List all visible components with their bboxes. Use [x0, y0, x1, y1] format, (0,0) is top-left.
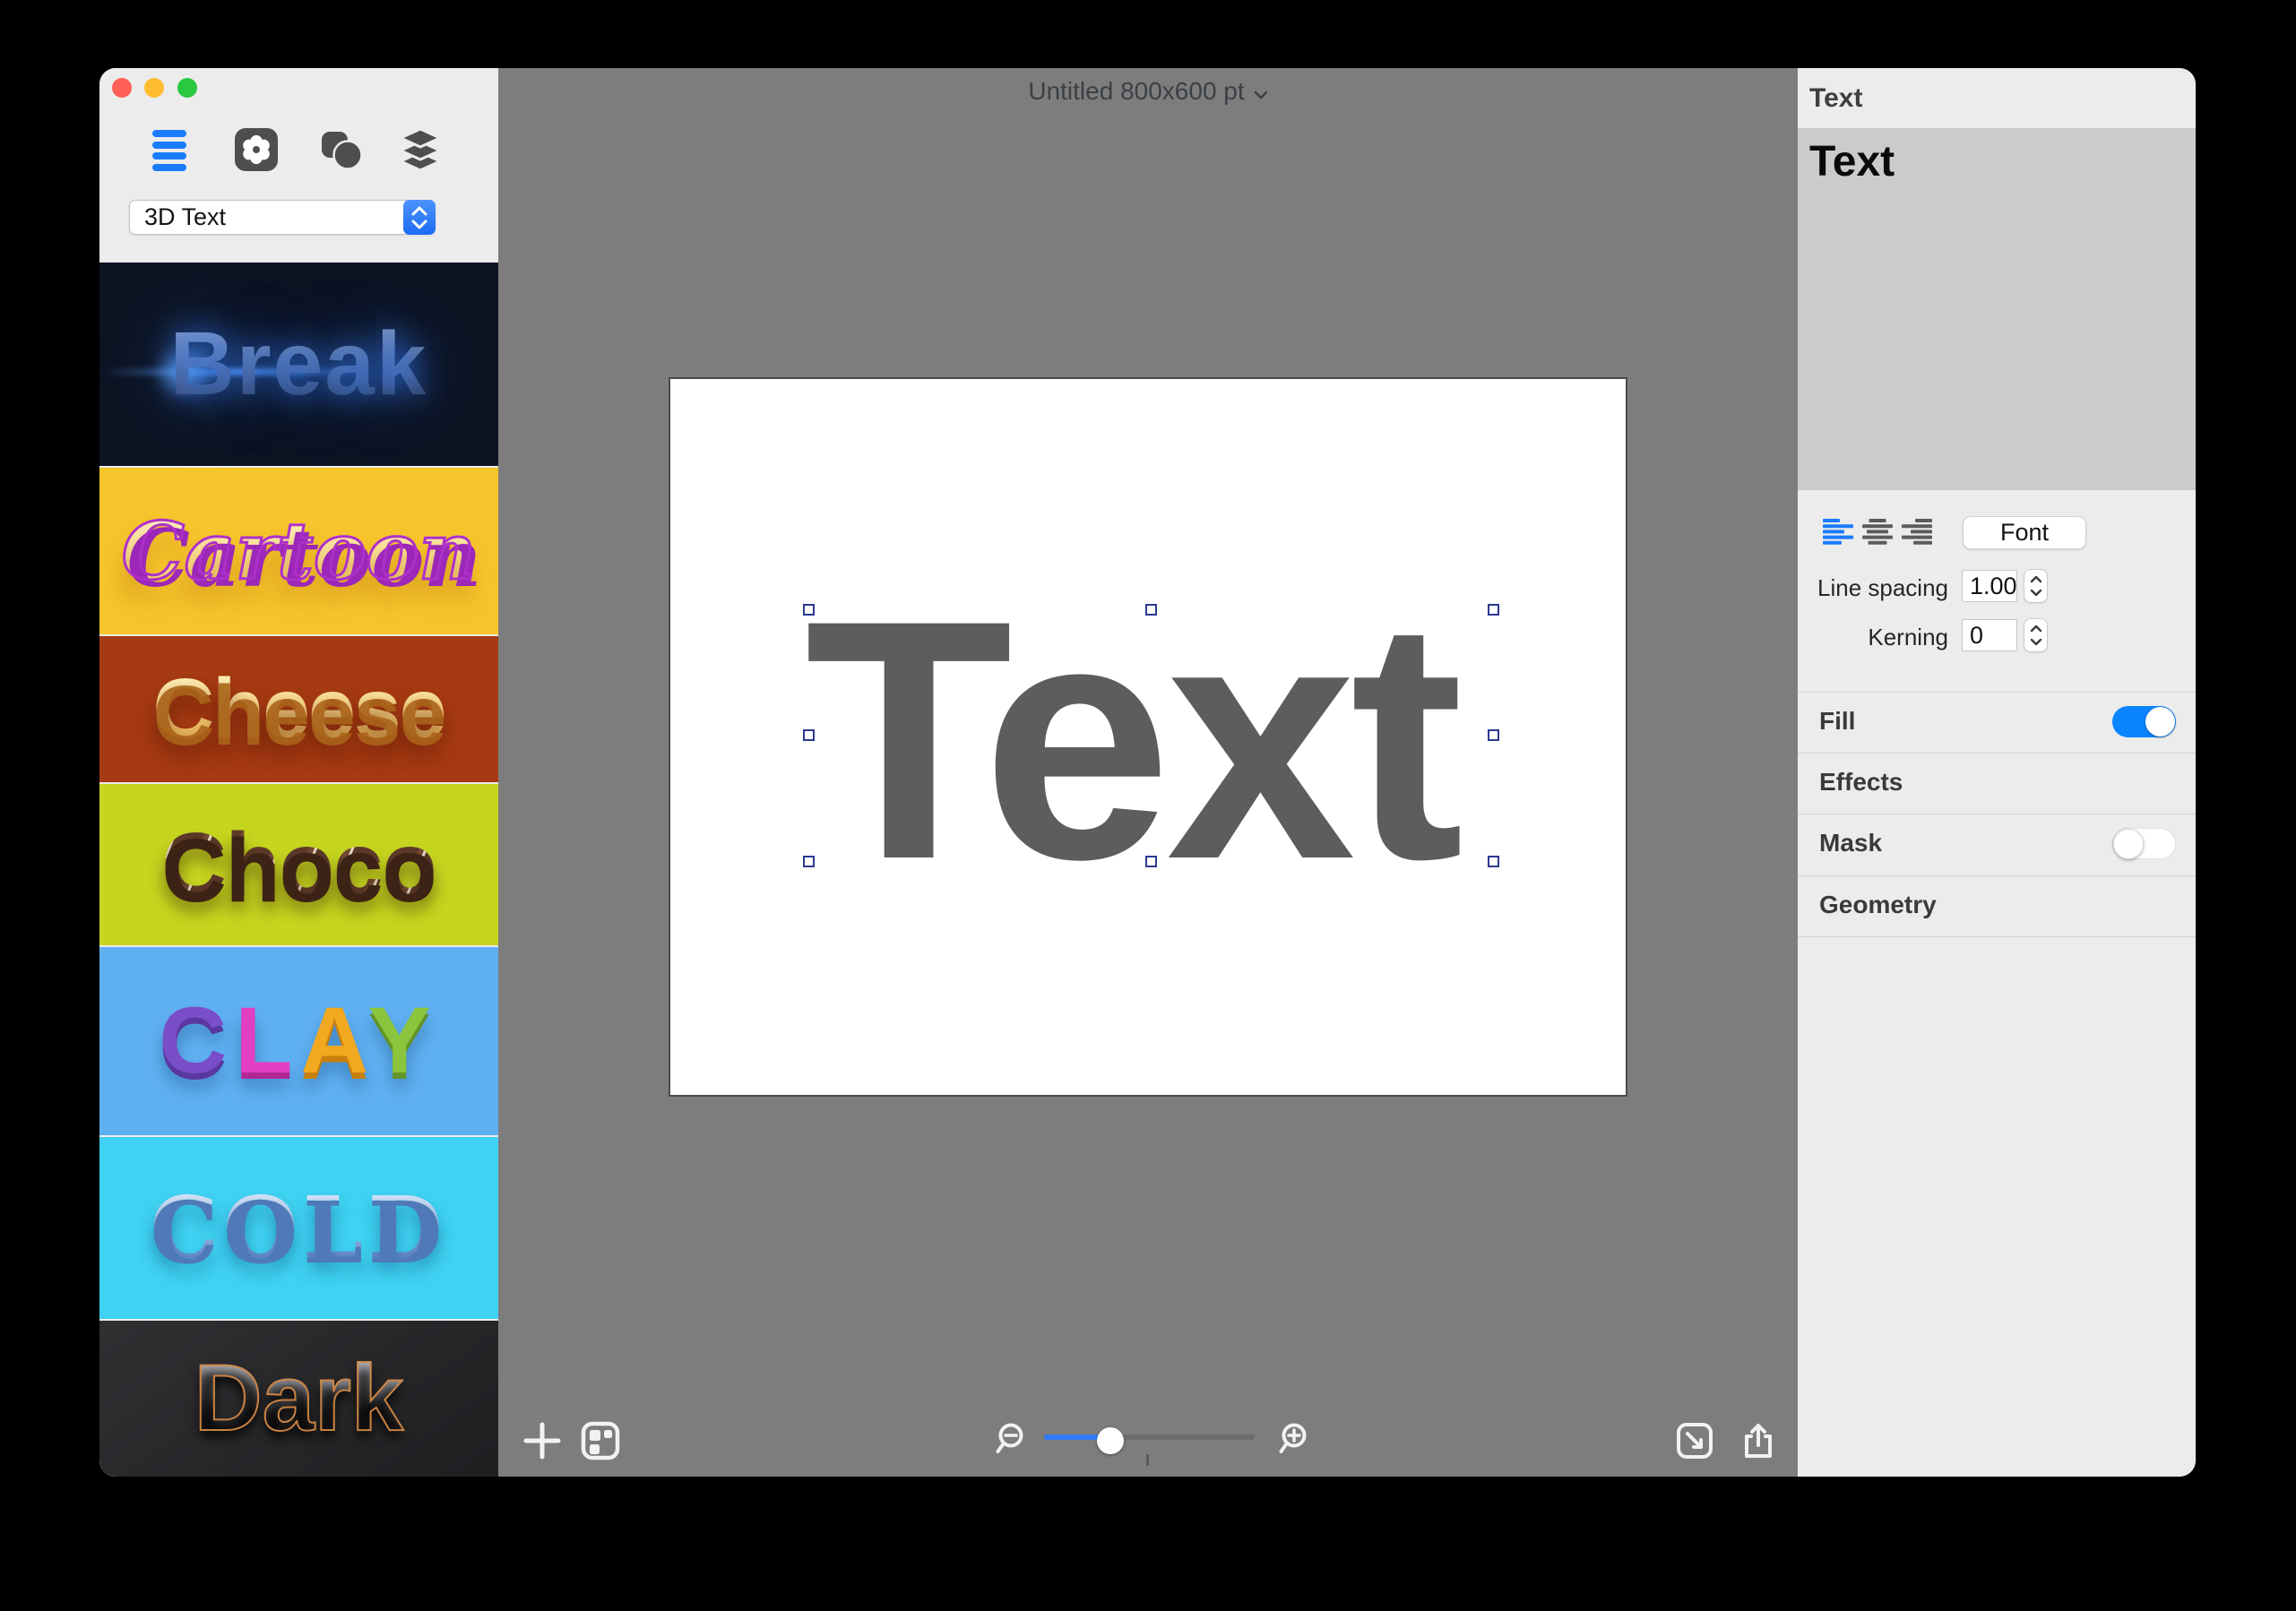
selection-handle-bottom-left[interactable]: [803, 856, 815, 867]
zoom-out-icon[interactable]: [995, 1422, 1031, 1460]
kerning-stepper[interactable]: [2024, 618, 2048, 652]
style-preset-label: Cheese: [152, 661, 447, 756]
font-button[interactable]: Font: [1963, 516, 2086, 549]
style-category-dropdown[interactable]: 3D Text: [129, 200, 436, 235]
style-preset-label: Cartoon: [120, 504, 477, 599]
selection-handle-top-center[interactable]: [1145, 604, 1157, 616]
document-title[interactable]: Untitled 800x600 pt: [498, 77, 1798, 106]
expand-icon[interactable]: [1675, 1421, 1714, 1460]
selection-handle-top-left[interactable]: [803, 604, 815, 616]
selection-handle-top-right[interactable]: [1488, 604, 1499, 616]
selection-handle-bottom-right[interactable]: [1488, 856, 1499, 867]
plus-icon[interactable]: [522, 1421, 562, 1460]
sidebar-header: 3D Text: [99, 68, 498, 263]
zoom-window-button[interactable]: [177, 78, 197, 98]
selection-handle-bottom-center[interactable]: [1145, 856, 1157, 867]
style-preset-dark[interactable]: Dark: [99, 1321, 498, 1477]
canvas-text-object[interactable]: Text: [805, 570, 1463, 910]
zoom-slider-thumb[interactable]: [1097, 1427, 1124, 1454]
text-content-value: Text: [1809, 138, 1895, 185]
section-fill-label: Fill: [1819, 707, 1856, 735]
gear-icon[interactable]: [235, 128, 278, 171]
document-title-text: Untitled 800x600 pt: [1028, 77, 1245, 105]
kerning-input[interactable]: [1962, 619, 2017, 651]
dropdown-stepper-icon[interactable]: [403, 200, 436, 235]
divider: [1798, 753, 2196, 754]
section-effects-label[interactable]: Effects: [1819, 768, 1903, 797]
style-preset-choco[interactable]: Choco: [99, 784, 498, 945]
divider: [1798, 692, 2196, 693]
style-preset-cartoon[interactable]: Cartoon: [99, 468, 498, 634]
style-preset-label: Break: [169, 314, 428, 414]
close-window-button[interactable]: [112, 78, 132, 98]
align-center-icon[interactable]: [1862, 519, 1893, 545]
style-presets-list: Break Cartoon Cheese Choco CLAY COLD Dar…: [99, 263, 498, 1477]
inspector-panel: Text Text Font Line spacing 1.00 Kerning…: [1798, 68, 2196, 1477]
zoom-in-icon[interactable]: [1274, 1422, 1310, 1460]
line-spacing-input[interactable]: [1962, 570, 2017, 602]
line-spacing-stepper[interactable]: [2024, 569, 2048, 603]
layers-icon[interactable]: [399, 127, 442, 172]
style-preset-label: CLAY: [159, 988, 439, 1093]
share-icon[interactable]: [1739, 1421, 1778, 1460]
selection-handle-middle-right[interactable]: [1488, 729, 1499, 741]
section-geometry-label[interactable]: Geometry: [1819, 891, 1937, 919]
style-preset-cold[interactable]: COLD: [99, 1137, 498, 1319]
style-preset-label: Dark: [194, 1345, 404, 1452]
shapes-icon[interactable]: [320, 128, 363, 171]
line-spacing-label: Line spacing: [1817, 574, 1948, 601]
section-mask-label: Mask: [1819, 829, 1883, 857]
zoom-slider-track[interactable]: [1044, 1434, 1255, 1440]
divider: [1798, 936, 2196, 937]
align-left-icon[interactable]: [1823, 519, 1853, 545]
canvas-area: Untitled 800x600 pt Text: [498, 68, 1798, 1477]
zoom-center-tick: [1146, 1454, 1149, 1466]
style-preset-break[interactable]: Break: [99, 263, 498, 466]
style-preset-clay[interactable]: CLAY: [99, 947, 498, 1135]
style-preset-cheese[interactable]: Cheese: [99, 636, 498, 782]
minimize-window-button[interactable]: [144, 78, 164, 98]
align-right-icon[interactable]: [1902, 519, 1932, 545]
panel-header-title: Text: [1809, 83, 1863, 113]
kerning-label: Kerning: [1868, 624, 1948, 650]
text-content-editor[interactable]: Text: [1798, 128, 2196, 490]
style-preset-label: COLD: [150, 1178, 448, 1278]
text-styles-icon[interactable]: [152, 130, 186, 171]
sidebar: 3D Text Break Cartoon Cheese Choco CLAY …: [99, 68, 498, 1477]
collage-icon[interactable]: [581, 1421, 620, 1460]
style-preset-label: Choco: [161, 814, 436, 915]
mask-toggle[interactable]: [2112, 828, 2176, 859]
app-window: 3D Text Break Cartoon Cheese Choco CLAY …: [99, 68, 2196, 1477]
document-canvas[interactable]: Text: [670, 379, 1626, 1095]
divider: [1798, 875, 2196, 876]
dropdown-selected-value: 3D Text: [144, 203, 227, 230]
toggle-knob: [2145, 707, 2175, 737]
fill-toggle[interactable]: [2112, 706, 2176, 737]
selection-handle-middle-left[interactable]: [803, 729, 815, 741]
chevron-down-icon: [1254, 90, 1267, 99]
toggle-knob: [2113, 829, 2144, 859]
